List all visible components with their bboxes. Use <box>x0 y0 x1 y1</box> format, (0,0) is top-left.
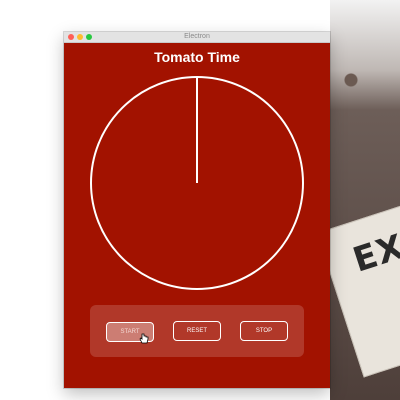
paper-text: EX <box>348 226 400 281</box>
hand-pointer-icon <box>139 333 149 344</box>
window-title: Electron <box>184 33 210 40</box>
reset-button[interactable]: RESET <box>173 321 221 341</box>
controls-panel: START RESET STOP <box>90 305 304 357</box>
window-titlebar[interactable]: Electron <box>64 32 330 43</box>
stop-button[interactable]: STOP <box>240 321 288 341</box>
timer-clock <box>90 76 304 290</box>
app-title: Tomato Time <box>154 49 240 65</box>
app-window: Electron Tomato Time START RESET STOP <box>64 32 330 388</box>
